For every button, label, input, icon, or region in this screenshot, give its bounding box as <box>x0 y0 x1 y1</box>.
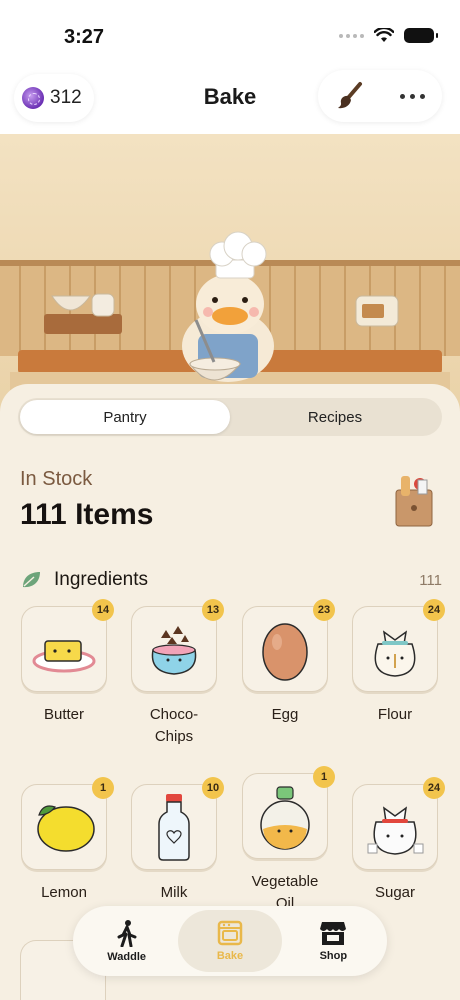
leaf-icon <box>23 572 40 588</box>
nav-label: Bake <box>216 950 244 962</box>
lemon-icon <box>37 805 95 852</box>
milk-icon <box>158 794 190 861</box>
ingredient-tile[interactable]: 13 <box>131 599 224 692</box>
flour-icon <box>374 630 416 677</box>
ingredient-item-vegetable-oil[interactable]: 1 Vegetable Oil <box>240 766 335 915</box>
sugar-icon <box>367 806 424 855</box>
egg-icon <box>262 623 308 681</box>
ingredient-item-sugar[interactable]: 24 Sugar <box>350 777 445 904</box>
in-stock-label: In Stock <box>20 468 93 490</box>
ingredient-tile[interactable]: 1 <box>21 777 114 870</box>
quantity-badge: 14 <box>92 599 114 621</box>
ingredient-name: Lemon <box>41 884 87 901</box>
nav-label: Shop <box>319 950 348 962</box>
ingredient-item-lemon[interactable]: 1 Lemon <box>19 777 114 904</box>
choco-chips-icon <box>151 626 197 675</box>
vegetable-oil-icon <box>260 786 310 850</box>
quantity-badge: 23 <box>313 599 335 621</box>
ingredient-item-butter[interactable]: 14 Butter <box>19 599 114 726</box>
quantity-badge: 10 <box>202 777 224 799</box>
more-options-icon[interactable] <box>399 93 425 99</box>
ingredient-item-choco-chips[interactable]: 13 Choco- Chips <box>129 599 224 748</box>
quantity-badge: 24 <box>423 777 445 799</box>
header-actions <box>318 70 442 122</box>
ingredient-name: Milk <box>160 884 188 901</box>
butter-icon <box>32 640 96 673</box>
pantry-recipes-switch: Pantry Recipes <box>18 398 442 436</box>
quantity-badge: 13 <box>202 599 224 621</box>
ingredient-name: Egg <box>271 706 299 723</box>
nav-shop[interactable]: Shop <box>282 910 385 972</box>
grocery-bag-icon <box>395 476 433 527</box>
ingredient-tile[interactable]: 14 <box>21 599 114 692</box>
tab-pantry[interactable]: Pantry <box>20 400 230 434</box>
oven-icon <box>217 920 243 946</box>
ingredients-section-title: Ingredients <box>54 569 149 590</box>
quantity-badge: 1 <box>92 777 114 799</box>
nav-bake[interactable]: Bake <box>178 910 282 972</box>
ingredient-tile[interactable]: 24 <box>352 777 445 870</box>
status-time: 3:27 <box>64 26 105 48</box>
ingredient-tile[interactable]: 24 <box>352 599 445 692</box>
ingredient-item-egg[interactable]: 23 Egg <box>240 599 335 726</box>
ingredient-tile[interactable]: 10 <box>131 777 224 870</box>
ingredients-section-header: Ingredients 111 <box>20 566 442 594</box>
ingredient-name: Sugar <box>374 884 416 901</box>
ingredient-name: Flour <box>377 706 413 723</box>
header: 312 Bake <box>0 70 460 134</box>
quantity-badge: 24 <box>423 599 445 621</box>
ingredient-tile[interactable]: 1 <box>242 766 335 859</box>
ingredient-tile[interactable]: 23 <box>242 599 335 692</box>
quantity-badge: 1 <box>313 766 335 788</box>
in-stock-count: 111 Items <box>20 498 154 531</box>
ingredient-name: Choco- Chips <box>149 706 199 745</box>
ingredient-item-flour[interactable]: 24 Flour <box>350 599 445 726</box>
tab-recipes[interactable]: Recipes <box>230 400 440 434</box>
cellular-signal-icon <box>339 33 364 38</box>
walking-icon <box>117 920 137 947</box>
ingredients-count: 111 <box>419 571 442 589</box>
store-icon <box>320 922 347 945</box>
battery-icon <box>404 28 438 43</box>
wifi-icon <box>374 28 394 42</box>
status-icons <box>339 28 438 43</box>
nav-label: Waddle <box>107 951 147 963</box>
ingredient-name: Butter <box>43 706 85 723</box>
nav-waddle[interactable]: Waddle <box>75 910 178 972</box>
paintbrush-icon[interactable] <box>335 81 365 111</box>
status-bar: 3:27 <box>0 0 460 70</box>
bottom-navigation: Waddle Bake Shop <box>73 906 387 976</box>
ingredient-item-milk[interactable]: 10 Milk <box>129 777 224 904</box>
